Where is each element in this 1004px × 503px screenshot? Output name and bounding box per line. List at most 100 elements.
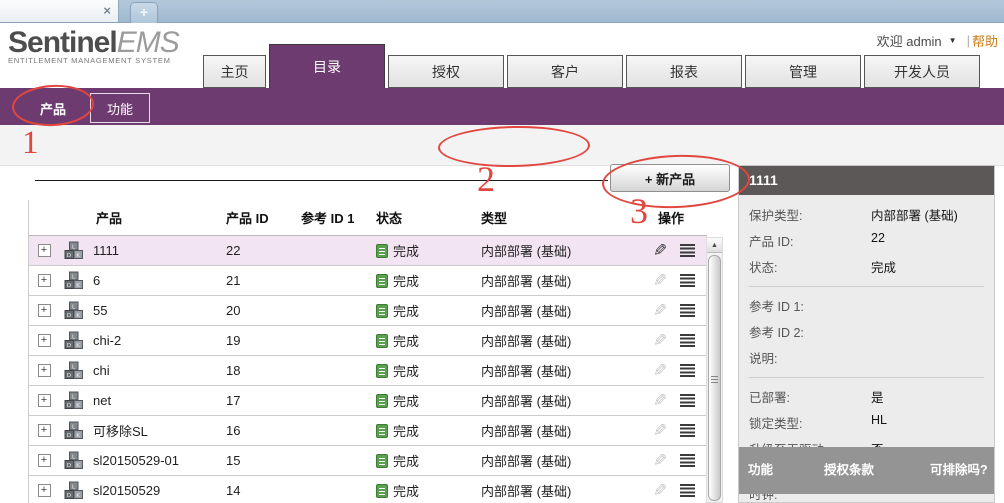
- status-text: 完成: [393, 481, 419, 500]
- row-menu-icon[interactable]: [680, 454, 695, 467]
- toolbar-divider: [35, 180, 608, 181]
- product-cubes-icon: L D K: [63, 301, 85, 320]
- product-name: 55: [93, 303, 107, 318]
- table-row[interactable]: + L D K 111122完成内部部署 (基础)✎: [29, 236, 707, 266]
- edit-icon[interactable]: ✎: [653, 392, 667, 409]
- product-detail-panel: 1111 保护类型:内部部署 (基础)产品 ID:22状态:完成参考 ID 1:…: [738, 165, 995, 503]
- edit-icon[interactable]: ✎: [653, 332, 667, 349]
- table-row[interactable]: + L D K chi18完成内部部署 (基础)✎: [29, 356, 707, 386]
- expand-toggle-icon[interactable]: +: [38, 274, 51, 287]
- row-menu-icon[interactable]: [680, 394, 695, 407]
- edit-icon[interactable]: ✎: [653, 422, 667, 439]
- svg-text:D: D: [67, 493, 71, 499]
- product-cubes-icon: L D K: [63, 421, 85, 440]
- col-header-product-id: 产品 ID: [226, 208, 301, 227]
- table-row[interactable]: + L D K sl2015052914完成内部部署 (基础)✎: [29, 476, 707, 503]
- svg-text:D: D: [67, 313, 71, 319]
- row-menu-icon[interactable]: [680, 424, 695, 437]
- edit-icon[interactable]: ✎: [653, 482, 667, 499]
- detail-field-row: 已部署:是: [749, 387, 984, 406]
- nav-tab-4[interactable]: 客户: [507, 55, 623, 88]
- col-header-status: 状态: [376, 208, 481, 227]
- svg-text:K: K: [76, 373, 80, 379]
- nav-tab-6[interactable]: 管理: [745, 55, 861, 88]
- status-text: 完成: [393, 451, 419, 470]
- browser-active-tab[interactable]: ×: [0, 0, 119, 22]
- detail-field-row: 说明:: [749, 348, 984, 367]
- subtab-products[interactable]: 产品: [22, 92, 84, 125]
- col-header-type: 类型: [481, 208, 651, 227]
- product-name: sl20150529: [93, 483, 160, 498]
- edit-icon[interactable]: ✎: [653, 362, 667, 379]
- edit-icon[interactable]: ✎: [653, 272, 667, 289]
- expand-toggle-icon[interactable]: +: [38, 334, 51, 347]
- edit-icon[interactable]: ✎: [653, 242, 667, 259]
- nav-tab-3[interactable]: 授权: [388, 55, 504, 88]
- nav-tab-2[interactable]: 目录: [269, 44, 385, 88]
- product-id: 17: [226, 393, 301, 408]
- products-table-body: + L D K 111122完成内部部署 (基础)✎+ L D K 621完成内…: [29, 235, 707, 503]
- new-product-button[interactable]: + 新产品: [610, 164, 730, 192]
- features-table: 功能 授权条款 可排除吗? 1111 永久 ✓: [739, 447, 994, 503]
- edit-icon[interactable]: ✎: [653, 302, 667, 319]
- row-menu-icon[interactable]: [680, 274, 695, 287]
- expand-toggle-icon[interactable]: +: [38, 244, 51, 257]
- expand-toggle-icon[interactable]: +: [38, 394, 51, 407]
- detail-field-row: 保护类型:内部部署 (基础): [749, 205, 984, 224]
- detail-field-value: 内部部署 (基础): [871, 205, 958, 224]
- nav-tab-1[interactable]: 主页: [203, 55, 266, 88]
- app-logo: SentinelEMS ENTITLEMENT MANAGEMENT SYSTE…: [8, 26, 179, 65]
- new-tab-button[interactable]: +: [130, 2, 158, 23]
- expand-toggle-icon[interactable]: +: [38, 484, 51, 497]
- table-row[interactable]: + L D K net17完成内部部署 (基础)✎: [29, 386, 707, 416]
- feature-col-header: 功能: [739, 457, 815, 485]
- nav-tab-7[interactable]: 开发人员: [864, 55, 980, 88]
- product-name: 6: [93, 273, 100, 288]
- table-row[interactable]: + L D K 5520完成内部部署 (基础)✎: [29, 296, 707, 326]
- scrollbar-thumb[interactable]: [708, 255, 721, 501]
- row-menu-icon[interactable]: [680, 334, 695, 347]
- expand-toggle-icon[interactable]: +: [38, 454, 51, 467]
- product-id: 18: [226, 363, 301, 378]
- product-name: chi-2: [93, 333, 121, 348]
- tab-close-icon[interactable]: ×: [103, 3, 111, 18]
- expand-toggle-icon[interactable]: +: [38, 364, 51, 377]
- scrollbar-up-icon[interactable]: ▲: [707, 238, 722, 253]
- row-menu-icon[interactable]: [680, 364, 695, 377]
- table-row[interactable]: + L D K 可移除SL16完成内部部署 (基础)✎: [29, 416, 707, 446]
- svg-text:D: D: [67, 283, 71, 289]
- row-menu-icon[interactable]: [680, 244, 695, 257]
- product-id: 20: [226, 303, 301, 318]
- table-row[interactable]: + L D K sl20150529-0115完成内部部署 (基础)✎: [29, 446, 707, 476]
- product-id: 19: [226, 333, 301, 348]
- svg-text:D: D: [67, 403, 71, 409]
- expand-toggle-icon[interactable]: +: [38, 304, 51, 317]
- nav-tab-5[interactable]: 报表: [626, 55, 742, 88]
- product-id: 16: [226, 423, 301, 438]
- edit-icon[interactable]: ✎: [653, 452, 667, 469]
- status-complete-icon: [376, 394, 388, 408]
- table-scrollbar[interactable]: ▲: [706, 237, 723, 503]
- product-id: 21: [226, 273, 301, 288]
- detail-divider: [749, 286, 984, 287]
- svg-text:K: K: [76, 343, 80, 349]
- row-menu-icon[interactable]: [680, 304, 695, 317]
- table-row[interactable]: + L D K chi-219完成内部部署 (基础)✎: [29, 326, 707, 356]
- product-name: 可移除SL: [93, 421, 148, 440]
- table-row[interactable]: + L D K 621完成内部部署 (基础)✎: [29, 266, 707, 296]
- row-menu-icon[interactable]: [680, 484, 695, 497]
- product-cubes-icon: L D K: [63, 361, 85, 380]
- svg-text:K: K: [76, 283, 80, 289]
- expand-toggle-icon[interactable]: +: [38, 424, 51, 437]
- status-text: 完成: [393, 271, 419, 290]
- svg-text:D: D: [67, 373, 71, 379]
- detail-divider: [749, 377, 984, 378]
- product-type: 内部部署 (基础): [481, 241, 651, 260]
- status-text: 完成: [393, 331, 419, 350]
- status-complete-icon: [376, 424, 388, 438]
- filter-bar: 产品名称 ▼ 开发号: DEMOMA ▼: [0, 125, 1004, 166]
- subtab-features[interactable]: 功能: [90, 93, 150, 123]
- terms-col-header: 授权条款: [815, 457, 921, 485]
- main-nav: 主页目录授权客户报表管理开发人员: [203, 44, 980, 88]
- col-header-product: 产品: [59, 208, 226, 227]
